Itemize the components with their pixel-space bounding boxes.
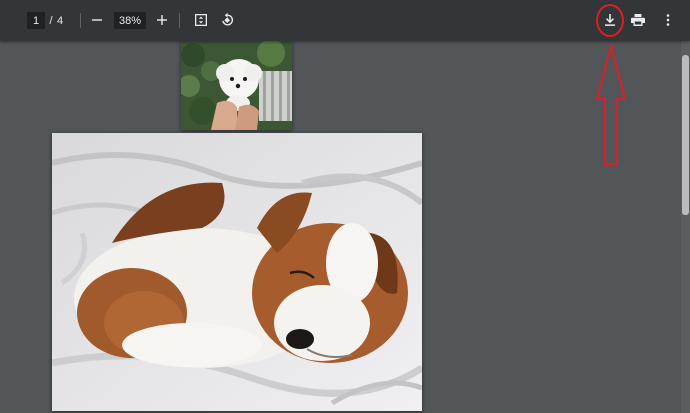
minus-icon xyxy=(92,19,102,21)
fit-to-page-button[interactable] xyxy=(190,9,212,31)
puppy-in-hand-image xyxy=(181,41,292,130)
more-vert-icon xyxy=(666,14,670,26)
rotate-button[interactable] xyxy=(216,9,238,31)
download-icon xyxy=(605,14,615,26)
zoom-out-button[interactable] xyxy=(86,9,108,31)
plus-icon xyxy=(157,15,167,25)
pdf-page-thumbnail xyxy=(181,41,292,130)
total-pages: 4 xyxy=(56,14,64,27)
print-icon xyxy=(631,14,645,26)
fit-to-page-icon xyxy=(195,14,207,26)
zoom-level-input[interactable]: 38% xyxy=(114,12,146,29)
sleeping-puppy-image xyxy=(52,133,422,411)
zoom-in-button[interactable] xyxy=(151,9,173,31)
pdf-page-main xyxy=(52,133,422,411)
download-button[interactable] xyxy=(599,9,621,31)
toolbar-divider xyxy=(179,13,180,28)
pdf-toolbar: 1 / 4 38% xyxy=(0,0,690,41)
toolbar-divider xyxy=(80,13,81,28)
scrollbar-thumb[interactable] xyxy=(682,55,689,215)
page-number-input[interactable]: 1 xyxy=(27,12,45,29)
annotation-arrow xyxy=(595,44,627,165)
rotate-icon xyxy=(222,12,234,26)
vertical-scrollbar[interactable] xyxy=(681,41,690,413)
more-options-button[interactable] xyxy=(657,9,679,31)
print-button[interactable] xyxy=(627,9,649,31)
